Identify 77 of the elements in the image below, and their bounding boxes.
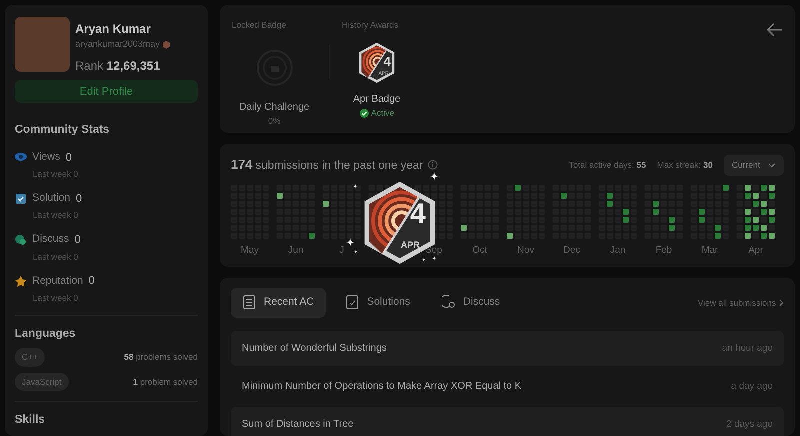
submission-title: Number of Wonderful Substrings	[242, 342, 387, 356]
percent-text: 0%	[268, 114, 281, 128]
badge-status: Active	[371, 106, 394, 120]
tab[interactable]: Recent AC	[231, 288, 326, 318]
heatmap-grid	[553, 184, 591, 239]
month-label: Mar	[702, 244, 718, 256]
badge-name: Apr Badge	[353, 92, 401, 107]
star-icon	[15, 276, 27, 287]
stat-value: 0	[66, 150, 72, 166]
section-heading: Skills	[15, 413, 46, 428]
back-arrow-icon[interactable]	[767, 23, 783, 37]
stat-label: Solution	[32, 191, 70, 206]
stat-label: Views	[32, 150, 60, 165]
username: aryankumar2003may	[76, 38, 160, 51]
submission-time: a day ago	[731, 380, 773, 394]
month-label: Feb	[656, 244, 672, 256]
month-label: Dec	[564, 244, 580, 256]
avatar-photo-placeholder	[15, 17, 70, 72]
heatmap-grid	[645, 184, 683, 239]
tab[interactable]: Discuss	[430, 288, 512, 318]
chat-bubbles-icon	[15, 234, 27, 246]
month-label: Oct	[472, 244, 488, 256]
heatmap-grid	[323, 184, 361, 239]
view-all-link[interactable]: View all submissions	[698, 296, 784, 310]
badge-month: APR	[400, 241, 420, 250]
submission-row[interactable]: Minimum Number of Operations to Make Array XOR Equal to K a day ago	[231, 369, 784, 404]
badge-name: Daily Challenge	[239, 100, 310, 115]
stat-value: 0	[74, 233, 81, 248]
checkbox-icon	[15, 194, 27, 204]
month-label: Nov	[518, 244, 534, 256]
month-label: Jun	[288, 244, 304, 256]
history-awards-heading: History Awards	[342, 19, 399, 32]
user-name: Aryan Kumar	[76, 20, 152, 38]
heatmap-grid	[461, 184, 499, 239]
heatmap-grid	[737, 184, 775, 239]
edit-profile-button[interactable]: Edit Profile	[15, 80, 198, 104]
badge-number: 4	[384, 52, 391, 71]
heatmap-grid	[507, 184, 545, 239]
section-heading: Community Stats	[15, 123, 111, 138]
stat-label: Discuss	[32, 232, 70, 248]
heatmap-grid	[599, 184, 637, 239]
chevron-down-icon	[768, 162, 776, 168]
month-label: J	[340, 244, 344, 256]
month-label: Jan	[610, 244, 626, 256]
locked-badge-heading: Locked Badge	[232, 19, 286, 32]
problems-solved-count: 1 problem solved	[133, 376, 198, 388]
rank-text: Rank 12,69,351	[76, 58, 162, 75]
chat-search-icon	[442, 295, 456, 310]
info-icon	[428, 160, 438, 170]
submission-title: Minimum Number of Operations to Make Array XOR Equal to K	[242, 380, 522, 394]
heatmap-grid	[277, 184, 315, 239]
sparkle-icon	[422, 258, 426, 262]
hexagon-badge-drawing	[358, 42, 396, 84]
checklist-icon	[243, 295, 256, 310]
month-label: May	[241, 244, 259, 256]
chevron-right-icon	[779, 298, 784, 307]
submission-title: Sum of Distances in Tree	[242, 418, 354, 432]
checkbox-icon	[346, 295, 360, 310]
tab[interactable]: Solutions	[334, 288, 422, 318]
total-active-days: Total active days: 55	[569, 159, 646, 172]
stat-value: 0	[76, 192, 82, 207]
eye-icon	[15, 152, 27, 164]
problems-solved-count: 58 problems solved	[124, 351, 198, 364]
badge-number: 4	[410, 200, 426, 228]
month-label: Apr	[748, 244, 764, 256]
heatmap-grid	[691, 184, 729, 239]
section-heading: Languages	[15, 326, 77, 342]
check-circle-icon	[360, 108, 369, 118]
badge-icon	[162, 40, 170, 48]
stat-label: Reputation	[32, 274, 84, 289]
submissions-summary: 174 submissions in the past one year	[231, 156, 424, 174]
max-streak: Max streak: 30	[657, 159, 713, 172]
sparkle-icon	[430, 172, 439, 181]
year-dropdown[interactable]: Current	[724, 155, 784, 176]
sparkle-icon	[353, 184, 358, 189]
sparkle-icon	[432, 256, 437, 261]
stat-value: 0	[88, 274, 95, 290]
